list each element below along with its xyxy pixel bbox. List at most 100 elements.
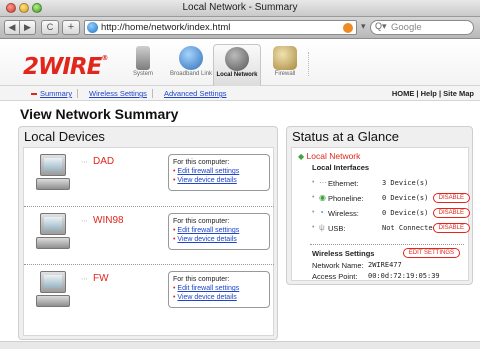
tab-label: Local Network bbox=[216, 72, 258, 78]
device-actions-box: For this computer: • Edit firewall setti… bbox=[168, 154, 270, 191]
bullet-icon: • bbox=[312, 179, 315, 186]
address-text[interactable]: http://home/network/index.html bbox=[101, 22, 230, 33]
search-placeholder: Google bbox=[391, 22, 422, 33]
broadband-icon bbox=[179, 46, 203, 70]
edit-firewall-link[interactable]: Edit firewall settings bbox=[177, 168, 239, 175]
computer-icon bbox=[36, 213, 70, 251]
interface-row-ethernet: • ⋯ Ethernet: 3 Device(s) bbox=[312, 178, 429, 188]
view-device-details-link[interactable]: View device details bbox=[177, 236, 236, 243]
phoneline-icon: ◉ bbox=[319, 193, 326, 202]
divider bbox=[77, 89, 78, 98]
device-row: ⋯ WIN98 For this computer: • Edit firewa… bbox=[24, 206, 274, 264]
wireless-settings-heading: Wireless Settings bbox=[312, 249, 375, 258]
usb-icon: ψ bbox=[319, 223, 325, 232]
interface-row-wireless: • ◔ Wireless: 0 Device(s) DISABLE bbox=[312, 208, 470, 220]
device-list: ⋯ DAD For this computer: • Edit firewall… bbox=[23, 147, 274, 336]
disable-wireless-button[interactable]: DISABLE bbox=[432, 208, 470, 218]
view-device-details-link[interactable]: View device details bbox=[177, 177, 236, 184]
back-button[interactable]: ◀ bbox=[4, 20, 20, 35]
edit-firewall-link[interactable]: Edit firewall settings bbox=[177, 227, 239, 234]
ethernet-icon: ⋯ bbox=[81, 159, 88, 166]
panel-title: Local Devices bbox=[24, 129, 105, 144]
device-actions-box: For this computer: • Edit firewall setti… bbox=[168, 213, 270, 250]
panel-title: Status at a Glance bbox=[292, 129, 399, 144]
system-icon bbox=[136, 46, 150, 70]
header-divider bbox=[308, 52, 309, 76]
sub-navigation: Summary Wireless Settings Advanced Setti… bbox=[0, 86, 480, 101]
site-map-link[interactable]: Site Map bbox=[443, 89, 474, 98]
page-title: View Network Summary bbox=[20, 106, 179, 122]
subnav-advanced-settings[interactable]: Advanced Settings bbox=[164, 89, 227, 98]
device-name[interactable]: FW bbox=[93, 273, 109, 284]
edit-settings-button[interactable]: EDIT SETTINGS bbox=[402, 248, 460, 258]
current-marker-icon bbox=[31, 93, 37, 95]
wireless-icon: ◔ bbox=[319, 208, 324, 217]
subnav-summary[interactable]: Summary bbox=[40, 89, 72, 98]
box-heading: For this computer: bbox=[173, 218, 230, 225]
disable-usb-button[interactable]: DISABLE bbox=[432, 223, 470, 233]
device-row: ⋯ DAD For this computer: • Edit firewall… bbox=[24, 148, 274, 206]
tab-broadband-link[interactable]: Broadband Link bbox=[167, 44, 215, 85]
address-bar[interactable]: http://home/network/index.html bbox=[84, 20, 357, 35]
home-link[interactable]: HOME bbox=[392, 89, 415, 98]
page-footer-strip bbox=[0, 341, 480, 349]
site-header: 2WIRE® System Broadband Link Local Netwo… bbox=[0, 40, 480, 87]
tab-firewall[interactable]: Firewall bbox=[261, 44, 309, 85]
box-heading: For this computer: bbox=[173, 276, 230, 283]
network-arrow-icon: ◆ bbox=[298, 152, 305, 161]
window-title: Local Network - Summary bbox=[182, 2, 298, 13]
bullet-icon: • bbox=[312, 194, 315, 201]
computer-icon bbox=[36, 271, 70, 309]
device-name[interactable]: WIN98 bbox=[93, 215, 124, 226]
edit-firewall-link[interactable]: Edit firewall settings bbox=[177, 285, 239, 292]
access-point-value: 00:0d:72:19:05:39 bbox=[368, 272, 440, 280]
network-name-value: 2WIRE477 bbox=[368, 261, 402, 269]
divider bbox=[152, 89, 153, 98]
computer-icon bbox=[36, 154, 70, 192]
local-interfaces-heading: Local Interfaces bbox=[312, 163, 370, 172]
add-bookmark-button[interactable]: + bbox=[62, 20, 80, 35]
local-network-heading: ◆ Local Network bbox=[298, 151, 361, 161]
status-content: ◆ Local Network Local Interfaces • ⋯ Eth… bbox=[291, 147, 470, 281]
status-panel: Status at a Glance ◆ Local Network Local… bbox=[286, 126, 473, 285]
interface-row-usb: • ψ USB: Not Connected DISABLE bbox=[312, 223, 470, 235]
help-link[interactable]: Help bbox=[421, 89, 437, 98]
local-network-icon bbox=[225, 47, 249, 71]
access-point-row: Access Point: 00:0d:72:19:05:39 bbox=[312, 272, 440, 281]
bullet-icon: • bbox=[312, 224, 315, 231]
search-engine-dropdown-icon[interactable]: ▾ bbox=[361, 21, 366, 32]
ethernet-icon: ⋯ bbox=[81, 276, 88, 283]
tab-label: System bbox=[132, 71, 153, 77]
device-name[interactable]: DAD bbox=[93, 156, 114, 167]
subnav-wireless-settings[interactable]: Wireless Settings bbox=[89, 89, 147, 98]
view-device-details-link[interactable]: View device details bbox=[177, 294, 236, 301]
interface-value: 0 Device(s) bbox=[382, 194, 429, 202]
brand-logo[interactable]: 2WIRE® bbox=[23, 54, 108, 80]
network-name-row: Network Name: 2WIRE477 bbox=[312, 261, 402, 270]
local-devices-panel: Local Devices ⋯ DAD For this computer: •… bbox=[18, 126, 278, 340]
utility-links: HOME | Help | Site Map bbox=[391, 89, 474, 98]
ethernet-icon: ⋯ bbox=[319, 178, 327, 187]
search-icon: Q▾ bbox=[375, 21, 387, 31]
divider bbox=[310, 244, 464, 245]
reload-button[interactable]: C bbox=[41, 20, 59, 35]
interface-value: Not Connected bbox=[382, 224, 437, 232]
interface-value: 0 Device(s) bbox=[382, 209, 429, 217]
tab-local-network[interactable]: Local Network bbox=[213, 44, 261, 87]
globe-icon bbox=[87, 22, 98, 33]
bullet-icon: • bbox=[312, 209, 315, 216]
forward-button[interactable]: ▶ bbox=[20, 20, 36, 35]
tab-system[interactable]: System bbox=[119, 44, 167, 85]
interface-row-phoneline: • ◉ Phoneline: 0 Device(s) DISABLE bbox=[312, 193, 470, 205]
disable-phoneline-button[interactable]: DISABLE bbox=[432, 193, 470, 203]
window-titlebar: Local Network - Summary bbox=[0, 0, 480, 17]
rss-icon[interactable] bbox=[343, 23, 353, 33]
tab-label: Firewall bbox=[274, 71, 296, 77]
search-input[interactable]: Q▾ Google bbox=[370, 20, 474, 35]
device-row: ⋯ FW For this computer: • Edit firewall … bbox=[24, 264, 274, 322]
browser-toolbar: ◀ ▶ C + http://home/network/index.html ▾… bbox=[0, 17, 480, 39]
device-actions-box: For this computer: • Edit firewall setti… bbox=[168, 271, 270, 308]
ethernet-icon: ⋯ bbox=[81, 218, 88, 225]
interface-value: 3 Device(s) bbox=[382, 179, 429, 187]
firewall-icon bbox=[273, 46, 297, 70]
